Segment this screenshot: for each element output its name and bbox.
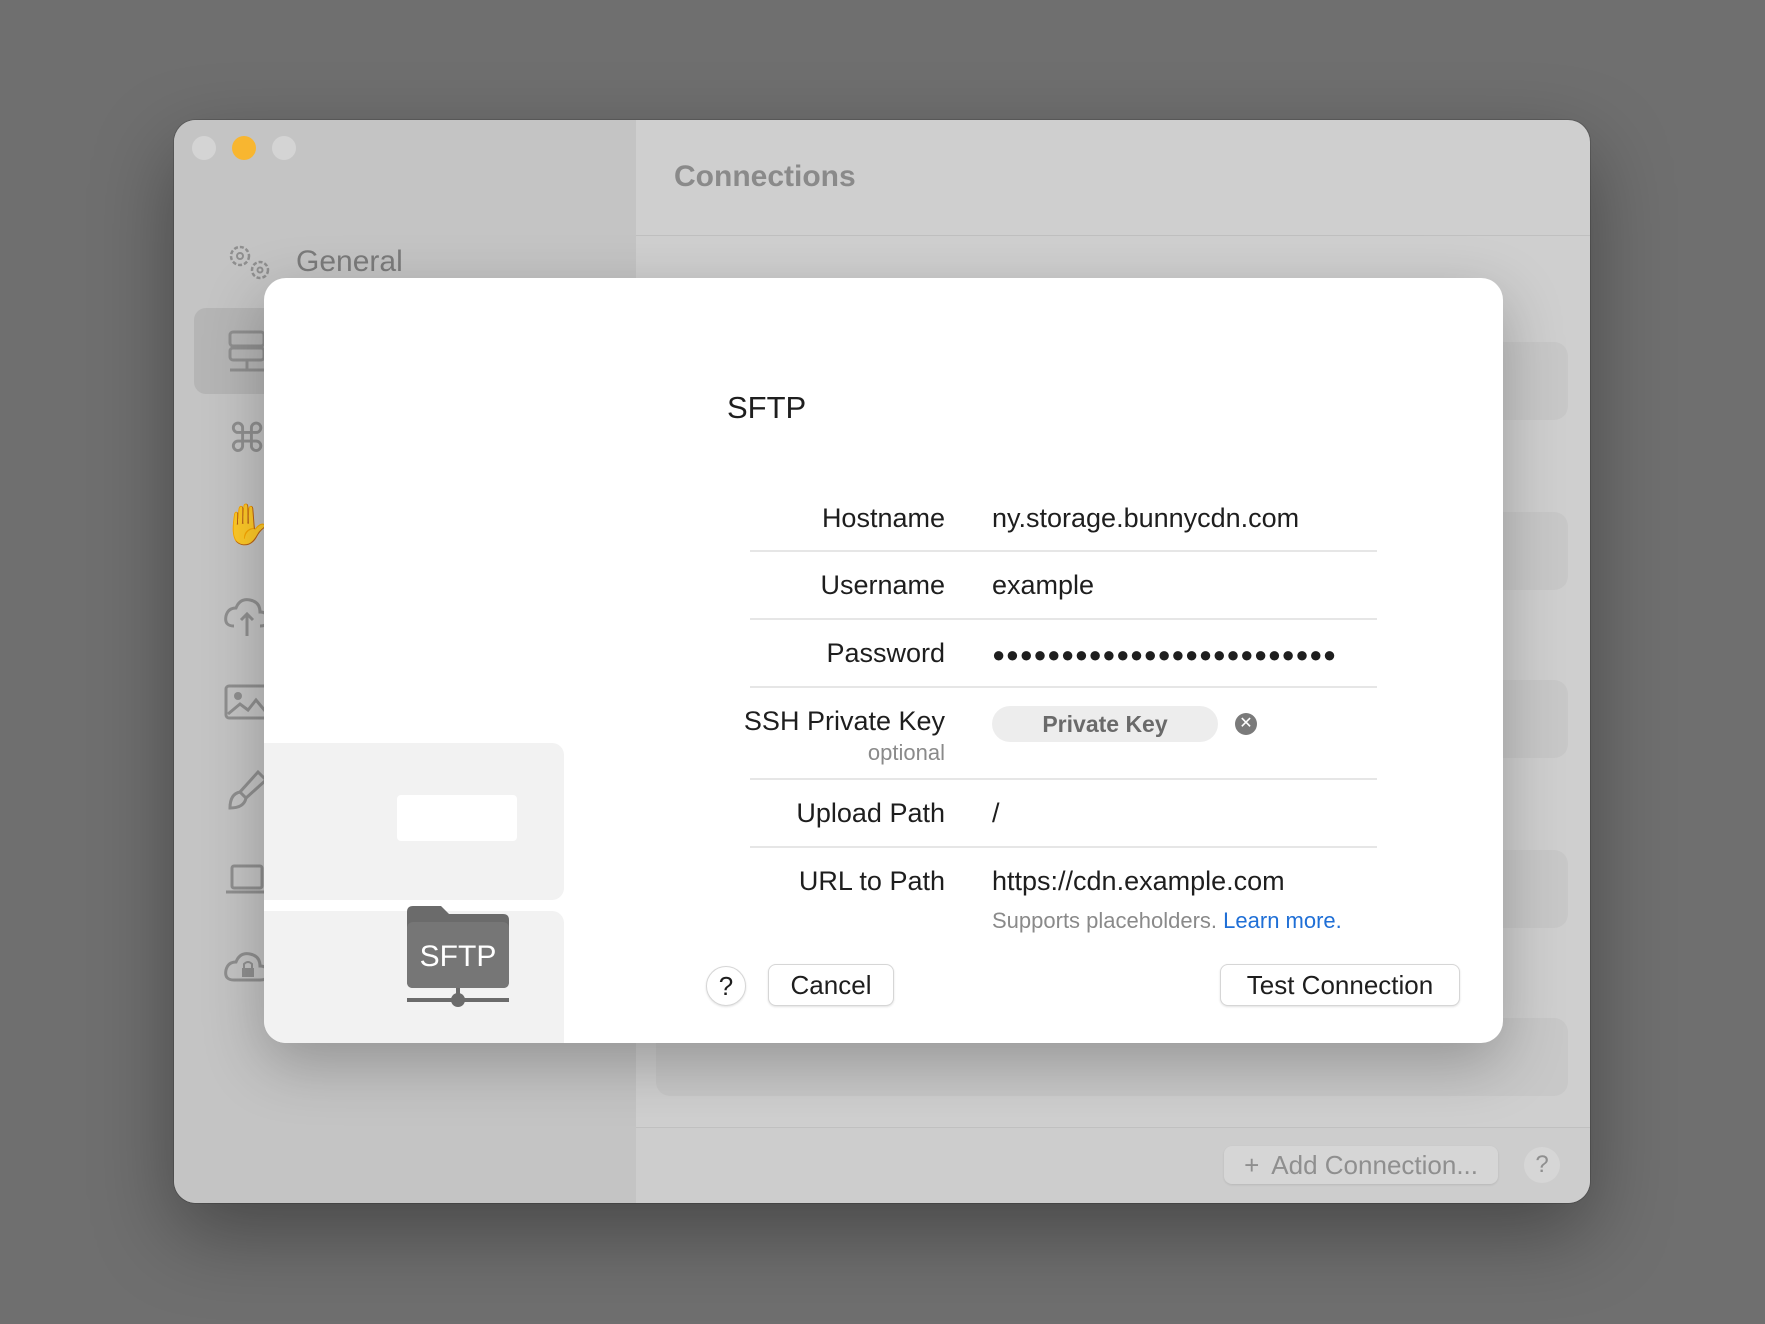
add-connection-button[interactable]: + Add Connection...: [1224, 1146, 1498, 1184]
clear-icon[interactable]: ✕: [1235, 713, 1257, 735]
private-key-button[interactable]: Private Key: [992, 706, 1218, 742]
upload-path-label: Upload Path: [796, 798, 945, 828]
close-window-button[interactable]: [192, 136, 216, 160]
minimize-window-button[interactable]: [232, 136, 256, 160]
upload-path-row: Upload Path /: [750, 780, 1377, 848]
hostname-row: Hostname ny.storage.bunnycdn.com: [750, 486, 1377, 552]
password-label: Password: [826, 638, 945, 668]
hostname-label: Hostname: [821, 503, 945, 533]
sftp-form: Hostname ny.storage.bunnycdn.com Usernam…: [744, 486, 1377, 948]
sidebar-item-label: General: [296, 245, 403, 278]
cancel-button[interactable]: Cancel: [768, 964, 894, 1006]
add-connection-label: Add Connection...: [1271, 1149, 1478, 1180]
hostname-field[interactable]: ny.storage.bunnycdn.com: [992, 503, 1299, 534]
dialog-help-button[interactable]: ?: [706, 966, 746, 1006]
username-row: Username example: [750, 552, 1377, 620]
plus-icon: +: [1244, 1149, 1260, 1180]
footer-bar: + Add Connection... ?: [636, 1127, 1590, 1203]
dialog-title: SFTP: [727, 390, 807, 425]
username-field[interactable]: example: [992, 570, 1094, 601]
learn-more-link[interactable]: Learn more.: [1223, 908, 1342, 933]
window-controls: [192, 136, 296, 160]
password-row: Password ●●●●●●●●●●●●●●●●●●●●●●●●●: [750, 620, 1377, 688]
username-label: Username: [820, 570, 945, 600]
help-button[interactable]: ?: [1524, 1147, 1560, 1183]
preview-card: [264, 743, 564, 900]
ssh-key-optional-label: optional: [867, 740, 945, 765]
password-field[interactable]: ●●●●●●●●●●●●●●●●●●●●●●●●●: [992, 642, 1337, 668]
gears-icon: [229, 245, 270, 280]
url-hint: Supports placeholders. Learn more.: [992, 908, 1342, 934]
zoom-window-button[interactable]: [272, 136, 296, 160]
ssh-key-label: SSH Private Key: [743, 706, 945, 736]
url-label: URL to Path: [798, 866, 945, 896]
url-hint-text: Supports placeholders.: [992, 908, 1218, 933]
page-title: Connections: [674, 160, 856, 193]
sidebar-item-general[interactable]: General: [224, 242, 403, 282]
divider: [636, 235, 1590, 236]
test-connection-button[interactable]: Test Connection: [1220, 964, 1460, 1006]
sftp-logo-text: SFTP: [420, 940, 497, 973]
url-field[interactable]: https://cdn.example.com: [992, 866, 1285, 897]
url-row: URL to Path https://cdn.example.com Supp…: [750, 848, 1377, 948]
upload-path-field[interactable]: /: [992, 798, 1000, 829]
sftp-folder-icon: SFTP: [407, 906, 509, 1007]
sftp-dialog: SFTP SFTP Hostname ny.storage.bunnycdn.c…: [264, 278, 1503, 1043]
preview-placeholder: [397, 795, 517, 841]
ssh-key-row: SSH Private Key optional Private Key ✕: [744, 688, 1377, 780]
